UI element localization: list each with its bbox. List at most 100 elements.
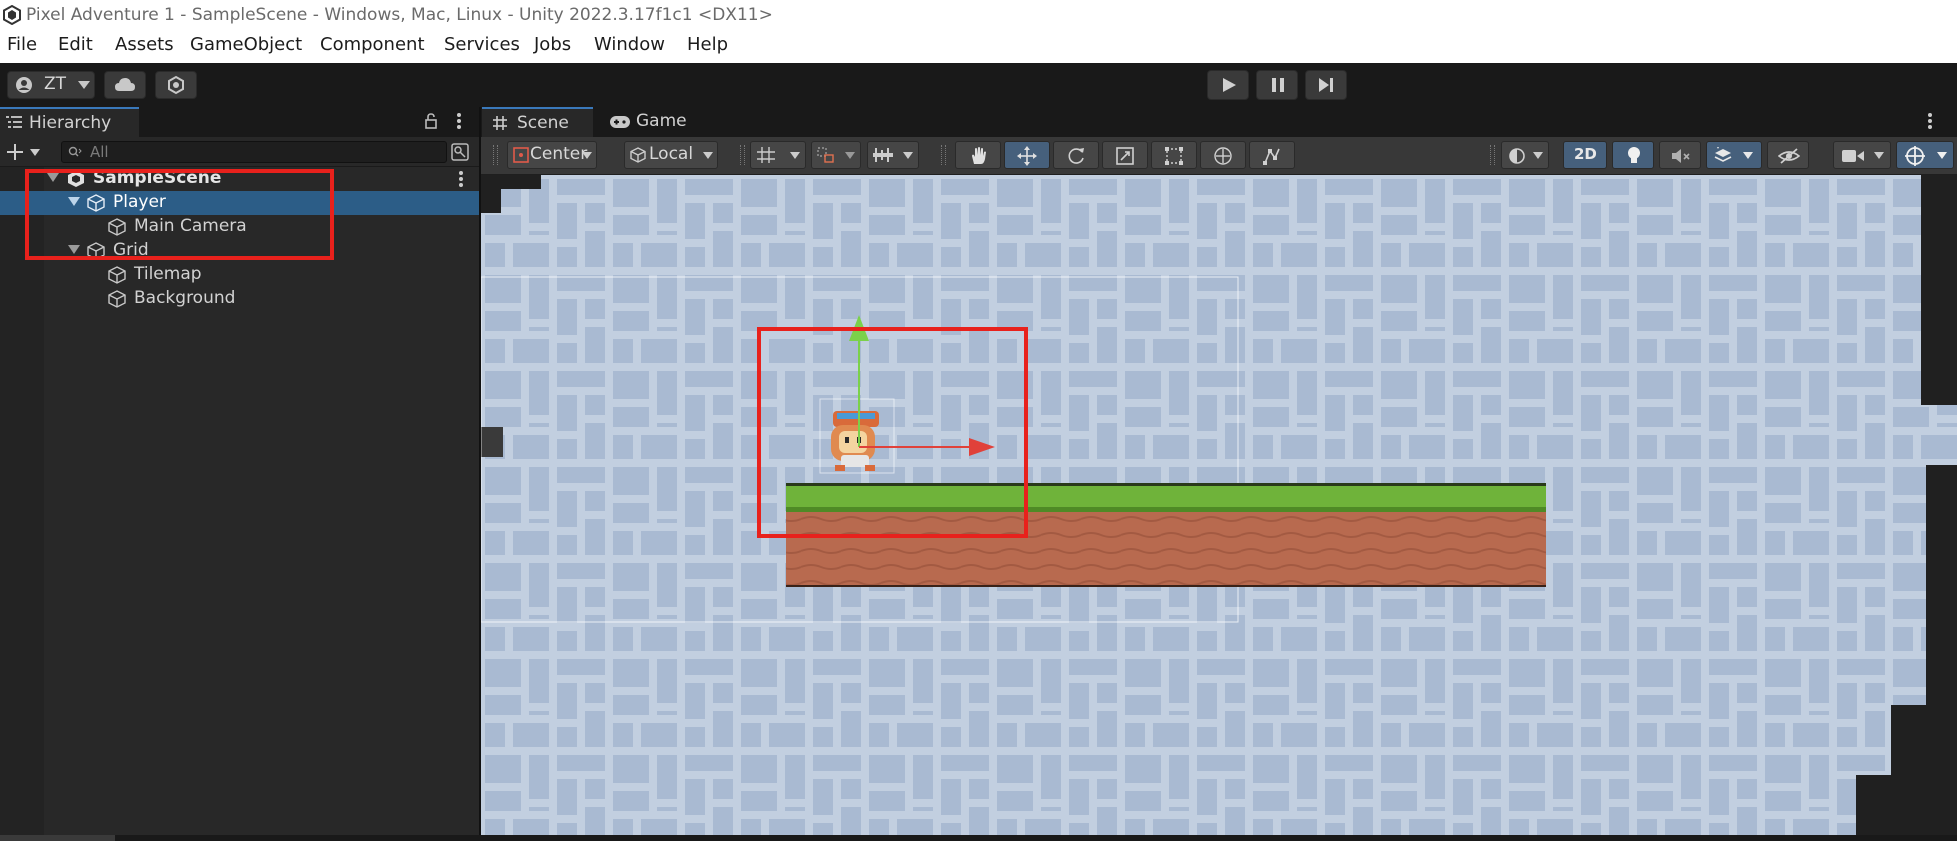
scene-tab-bar xyxy=(481,107,1957,137)
collab-button[interactable] xyxy=(155,71,197,99)
unity-logo-icon xyxy=(3,5,21,25)
effects-dropdown[interactable] xyxy=(1706,141,1762,169)
pivot-icon xyxy=(513,147,529,163)
move-tool-button[interactable] xyxy=(1004,141,1050,169)
toggle-2d-label: 2D xyxy=(1574,145,1597,163)
hierarchy-item-label: Background xyxy=(134,288,236,308)
lightbulb-icon xyxy=(1628,147,1640,163)
title-bar: Pixel Adventure 1 - SampleScene - Window… xyxy=(0,0,1957,30)
local-cube-icon xyxy=(630,147,646,163)
space-label: Local xyxy=(649,144,694,164)
toolbar-grip[interactable] xyxy=(1490,145,1495,165)
menu-services[interactable]: Services xyxy=(444,34,520,55)
pivot-center-dropdown[interactable]: Center xyxy=(507,141,597,169)
lock-icon[interactable] xyxy=(424,112,438,130)
gizmos-dropdown[interactable] xyxy=(1896,141,1954,169)
camera-icon xyxy=(1842,150,1864,162)
scene-visibility-icon[interactable] xyxy=(451,143,469,161)
hierarchy-tree: SampleScene Player Main Camera Grid Tile… xyxy=(0,167,479,835)
ruler-icon xyxy=(873,148,893,162)
hierarchy-tab-label: Hierarchy xyxy=(29,113,112,133)
chevron-down-icon xyxy=(1533,152,1543,159)
chevron-down-icon xyxy=(582,152,592,159)
hierarchy-search-input[interactable]: All xyxy=(61,141,447,163)
tab-game[interactable]: Game xyxy=(600,107,700,137)
scale-tool-button[interactable] xyxy=(1102,141,1148,169)
search-icon xyxy=(68,146,82,157)
status-strip xyxy=(0,835,1957,841)
menu-file[interactable]: File xyxy=(7,34,37,55)
toolbar-grip[interactable] xyxy=(941,145,946,165)
scene-visibility-toggle[interactable] xyxy=(1767,141,1809,169)
rotate-tool-button[interactable] xyxy=(1053,141,1099,169)
menu-assets[interactable]: Assets xyxy=(115,34,174,55)
snap-increment-dropdown[interactable] xyxy=(811,141,861,169)
rect-tool-button[interactable] xyxy=(1151,141,1197,169)
kebab-menu-icon[interactable] xyxy=(1926,112,1934,130)
account-icon xyxy=(16,77,32,93)
kebab-menu-icon[interactable] xyxy=(457,170,465,188)
tab-hierarchy[interactable]: Hierarchy xyxy=(0,107,139,137)
highlight-annotation-box xyxy=(25,169,334,260)
scene-toolbar: Center Local 2D xyxy=(481,137,1957,175)
rotate-icon xyxy=(1068,148,1084,164)
toolbar-grip[interactable] xyxy=(740,145,745,165)
camera-settings-dropdown[interactable] xyxy=(1833,141,1891,169)
search-placeholder: All xyxy=(90,143,109,161)
hierarchy-item-tilemap[interactable]: Tilemap xyxy=(0,263,479,287)
scene-canvas[interactable] xyxy=(481,175,1957,835)
window-title: Pixel Adventure 1 - SampleScene - Window… xyxy=(26,5,773,25)
space-local-dropdown[interactable]: Local xyxy=(624,141,718,169)
highlight-annotation-box xyxy=(757,327,1028,538)
shading-sphere-icon xyxy=(1509,148,1525,164)
pause-button[interactable] xyxy=(1256,70,1298,100)
scene-tab-label: Scene xyxy=(517,113,569,133)
menu-jobs[interactable]: Jobs xyxy=(534,34,571,55)
account-label: ZT xyxy=(44,74,67,94)
hidden-eye-icon xyxy=(1778,148,1800,164)
draw-mode-dropdown[interactable] xyxy=(1501,141,1549,169)
chevron-down-icon xyxy=(790,152,800,159)
cloud-icon xyxy=(115,78,135,91)
toggle-2d-button[interactable]: 2D xyxy=(1563,141,1607,169)
kebab-menu-icon[interactable] xyxy=(455,112,463,130)
pause-icon xyxy=(1272,78,1284,92)
lighting-toggle-button[interactable] xyxy=(1612,141,1654,169)
tab-scene[interactable]: Scene xyxy=(482,107,593,137)
toolbar-grip[interactable] xyxy=(493,145,498,165)
hand-tool-button[interactable] xyxy=(955,141,1001,169)
grid-snap-icon xyxy=(757,147,775,163)
transform-tool-button[interactable] xyxy=(1200,141,1246,169)
audio-mute-icon xyxy=(1672,149,1690,163)
menu-edit[interactable]: Edit xyxy=(58,34,93,55)
gizmos-globe-icon xyxy=(1905,146,1925,166)
transform-all-icon xyxy=(1214,147,1232,165)
hierarchy-item-background[interactable]: Background xyxy=(0,287,479,311)
account-button[interactable]: ZT xyxy=(7,71,95,99)
add-object-button[interactable] xyxy=(4,140,44,164)
menu-component[interactable]: Component xyxy=(320,34,425,55)
audio-toggle-button[interactable] xyxy=(1659,141,1701,169)
chevron-down-icon xyxy=(30,149,40,156)
list-icon xyxy=(6,116,22,128)
snap-icon xyxy=(817,147,834,163)
scene-viewport[interactable] xyxy=(481,175,1957,835)
hierarchy-item-label: Tilemap xyxy=(134,264,202,284)
gameobject-cube-icon xyxy=(108,290,126,308)
gamepad-icon xyxy=(610,116,630,128)
grid-visibility-dropdown[interactable] xyxy=(750,141,806,169)
menu-window[interactable]: Window xyxy=(594,34,665,55)
pivot-label: Center xyxy=(530,144,588,164)
menu-gameobject[interactable]: GameObject xyxy=(190,34,302,55)
step-button[interactable] xyxy=(1305,70,1347,100)
play-button[interactable] xyxy=(1207,70,1249,100)
custom-tool-button[interactable] xyxy=(1249,141,1295,169)
grid-hash-icon xyxy=(493,116,507,130)
menu-help[interactable]: Help xyxy=(687,34,728,55)
gameobject-cube-icon xyxy=(108,266,126,284)
cloud-button[interactable] xyxy=(104,71,146,99)
play-icon xyxy=(1223,78,1236,92)
ruler-dropdown[interactable] xyxy=(867,141,919,169)
move-arrows-icon xyxy=(1017,146,1037,166)
chevron-down-icon xyxy=(703,152,713,159)
